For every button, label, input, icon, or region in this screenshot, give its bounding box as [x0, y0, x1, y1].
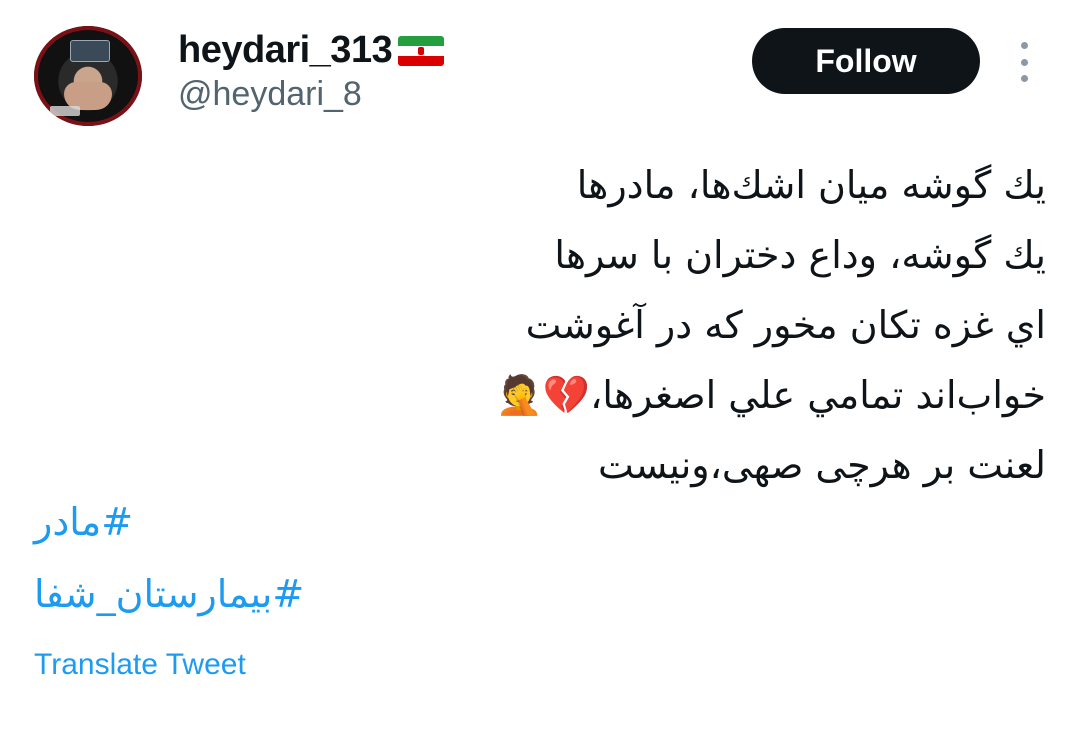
display-name-text: heydari_313	[178, 28, 393, 71]
tweet-text: يك گوشه ميان اشك‌ها، مادرها يك گوشه، ودا…	[406, 150, 1046, 500]
tweet-line: يك گوشه، وداع دختران با سرها	[554, 233, 1046, 277]
avatar-plate	[70, 40, 110, 62]
user-handle[interactable]: @heydari_8	[178, 75, 362, 114]
follow-button[interactable]: Follow	[752, 28, 980, 94]
hashtag-link[interactable]: #بیمارستان_شفا	[34, 572, 304, 616]
iran-flag-icon	[398, 36, 445, 66]
tweet-line: اي غزه تكان مخور كه در آغوشت	[525, 303, 1046, 347]
translate-tweet-link[interactable]: Translate Tweet	[34, 648, 246, 682]
tweet-line: خواب‌اند تمامي علي اصغرها،💔🤦	[495, 373, 1046, 417]
more-options-icon[interactable]	[1012, 42, 1036, 82]
tweet-line: لعنت بر هرچی صهی،ونیست	[598, 443, 1046, 487]
hashtag-link[interactable]: #مادر	[34, 500, 133, 544]
profile-avatar[interactable]	[34, 26, 142, 126]
display-name[interactable]: heydari_313	[178, 28, 445, 72]
tweet-line: يك گوشه ميان اشك‌ها، مادرها	[576, 163, 1046, 207]
avatar-caption	[50, 106, 80, 116]
